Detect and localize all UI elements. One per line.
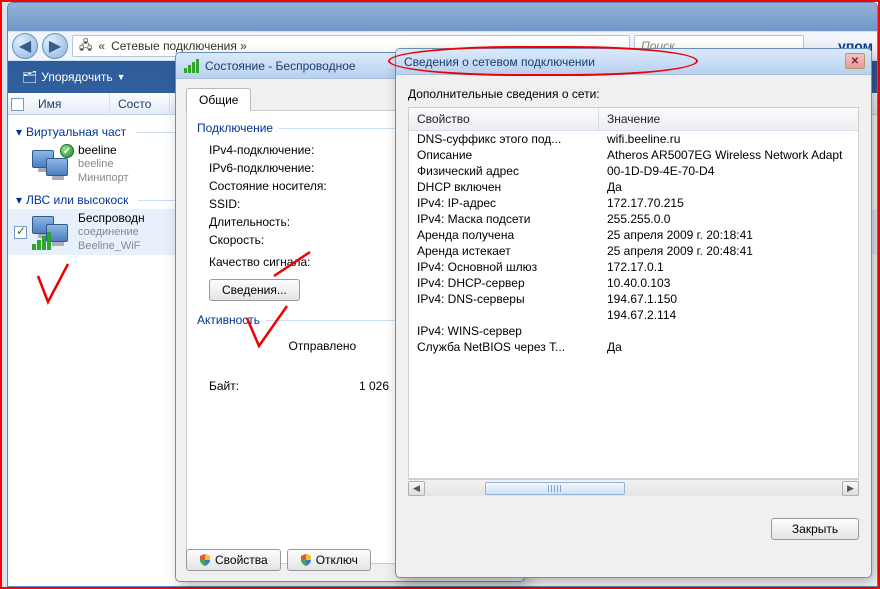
- tab-general[interactable]: Общие: [186, 88, 251, 111]
- value-cell: Atheros AR5007EG Wireless Network Adapt: [599, 148, 858, 162]
- details-subtitle: Дополнительные сведения о сети:: [408, 87, 859, 101]
- wifi-signal-icon: [184, 59, 199, 73]
- property-cell: IPv4: Основной шлюз: [409, 260, 599, 274]
- property-cell: IPv4: Маска подсети: [409, 212, 599, 226]
- explorer-titlebar: [8, 3, 877, 31]
- checkbox-column[interactable]: [8, 93, 30, 115]
- properties-button[interactable]: Свойства: [186, 549, 281, 571]
- table-row[interactable]: IPv4: Основной шлюз172.17.0.1: [409, 259, 858, 275]
- collapse-icon: ▾: [16, 193, 22, 207]
- folder-icon: 🗂: [22, 70, 37, 84]
- property-cell: Служба NetBIOS через Т...: [409, 340, 599, 354]
- shield-icon: [300, 554, 312, 566]
- wifi-signal-icon: [32, 232, 51, 250]
- back-button[interactable]: ◀: [12, 33, 38, 59]
- table-row[interactable]: ОписаниеAtheros AR5007EG Wireless Networ…: [409, 147, 858, 163]
- item-name: Беспроводн: [78, 211, 145, 225]
- details-titlebar: Сведения о сетевом подключении ✕: [396, 49, 871, 75]
- wireless-icon: [32, 214, 72, 250]
- property-cell: DNS-суффикс этого под...: [409, 132, 599, 146]
- table-header: Свойство Значение: [409, 108, 858, 131]
- group-activity-label: Активность: [197, 313, 260, 327]
- table-row[interactable]: Аренда получена25 апреля 2009 г. 20:18:4…: [409, 227, 858, 243]
- close-dialog-button[interactable]: Закрыть: [771, 518, 859, 540]
- status-title: Состояние - Беспроводное: [205, 59, 356, 73]
- collapse-icon: ▾: [16, 125, 22, 139]
- value-cell: 10.40.0.103: [599, 276, 858, 290]
- table-row[interactable]: IPv4: Маска подсети255.255.0.0: [409, 211, 858, 227]
- value-cell: 255.255.0.0: [599, 212, 858, 226]
- breadcrumb-text: Сетевые подключения »: [111, 39, 247, 53]
- label-sent: Отправлено: [288, 339, 356, 353]
- scroll-track[interactable]: [425, 481, 842, 496]
- group-connection-label: Подключение: [197, 121, 273, 135]
- property-cell: Описание: [409, 148, 599, 162]
- label-bytes: Байт:: [209, 379, 359, 393]
- table-row[interactable]: DNS-суффикс этого под...wifi.beeline.ru: [409, 131, 858, 147]
- property-cell: Аренда истекает: [409, 244, 599, 258]
- value-cell: 25 апреля 2009 г. 20:18:41: [599, 228, 858, 242]
- value-cell: Да: [599, 340, 858, 354]
- property-cell: IPv4: WINS-сервер: [409, 324, 599, 338]
- value-cell: 172.17.70.215: [599, 196, 858, 210]
- disable-button[interactable]: Отключ: [287, 549, 371, 571]
- value-cell: 25 апреля 2009 г. 20:48:41: [599, 244, 858, 258]
- label-ipv6: IPv6-подключение:: [209, 161, 359, 175]
- label-signal: Качество сигнала:: [209, 255, 359, 269]
- close-button[interactable]: ✕: [845, 53, 865, 69]
- table-row[interactable]: IPv4: WINS-сервер: [409, 323, 858, 339]
- property-cell: DHCP включен: [409, 180, 599, 194]
- value-cell: 194.67.2.114: [599, 308, 858, 322]
- property-cell: Аренда получена: [409, 228, 599, 242]
- details-table: Свойство Значение DNS-суффикс этого под.…: [408, 107, 859, 479]
- column-name[interactable]: Имя: [30, 93, 110, 115]
- scroll-right-icon[interactable]: ▶: [842, 481, 859, 496]
- table-row[interactable]: Аренда истекает25 апреля 2009 г. 20:48:4…: [409, 243, 858, 259]
- table-row[interactable]: Служба NetBIOS через Т...Да: [409, 339, 858, 355]
- value-cell: wifi.beeline.ru: [599, 132, 858, 146]
- connected-badge-icon: ✓: [60, 144, 74, 158]
- item-checkbox[interactable]: [14, 226, 27, 239]
- forward-button[interactable]: ▶: [42, 33, 68, 59]
- col-property[interactable]: Свойство: [409, 108, 599, 130]
- details-title: Сведения о сетевом подключении: [404, 55, 595, 69]
- label-duration: Длительность:: [209, 215, 359, 229]
- value-cell: [599, 324, 858, 338]
- value-cell: Да: [599, 180, 858, 194]
- organize-label: Упорядочить: [41, 70, 112, 84]
- network-icon: 🖧: [79, 36, 92, 57]
- details-button[interactable]: Сведения...: [209, 279, 300, 301]
- table-row[interactable]: DHCP включенДа: [409, 179, 858, 195]
- value-cell: 194.67.1.150: [599, 292, 858, 306]
- item-name: beeline: [78, 143, 129, 157]
- connection-icon: ✓: [32, 146, 72, 182]
- label-ssid: SSID:: [209, 197, 359, 211]
- property-cell: IPv4: DNS-серверы: [409, 292, 599, 306]
- value-cell: 172.17.0.1: [599, 260, 858, 274]
- value-cell: 00-1D-D9-4E-70-D4: [599, 164, 858, 178]
- property-cell: [409, 308, 599, 322]
- property-cell: IPv4: IP-адрес: [409, 196, 599, 210]
- table-row[interactable]: IPv4: DNS-серверы194.67.1.150: [409, 291, 858, 307]
- scroll-left-icon[interactable]: ◀: [408, 481, 425, 496]
- label-media: Состояние носителя:: [209, 179, 359, 193]
- table-row[interactable]: IPv4: DHCP-сервер10.40.0.103: [409, 275, 858, 291]
- scroll-thumb[interactable]: [485, 482, 625, 495]
- chevron-down-icon: ▼: [117, 72, 126, 82]
- label-speed: Скорость:: [209, 233, 359, 247]
- value-bytes: 1 026: [359, 379, 389, 393]
- table-row[interactable]: IPv4: IP-адрес172.17.70.215: [409, 195, 858, 211]
- col-value[interactable]: Значение: [599, 108, 858, 130]
- table-row[interactable]: Физический адрес00-1D-D9-4E-70-D4: [409, 163, 858, 179]
- table-row[interactable]: 194.67.2.114: [409, 307, 858, 323]
- horizontal-scrollbar[interactable]: ◀ ▶: [408, 479, 859, 496]
- organize-button[interactable]: 🗂 Упорядочить ▼: [14, 66, 134, 88]
- label-ipv4: IPv4-подключение:: [209, 143, 359, 157]
- property-cell: IPv4: DHCP-сервер: [409, 276, 599, 290]
- details-window: Сведения о сетевом подключении ✕ Дополни…: [395, 48, 872, 578]
- column-status[interactable]: Состо: [110, 93, 170, 115]
- shield-icon: [199, 554, 211, 566]
- property-cell: Физический адрес: [409, 164, 599, 178]
